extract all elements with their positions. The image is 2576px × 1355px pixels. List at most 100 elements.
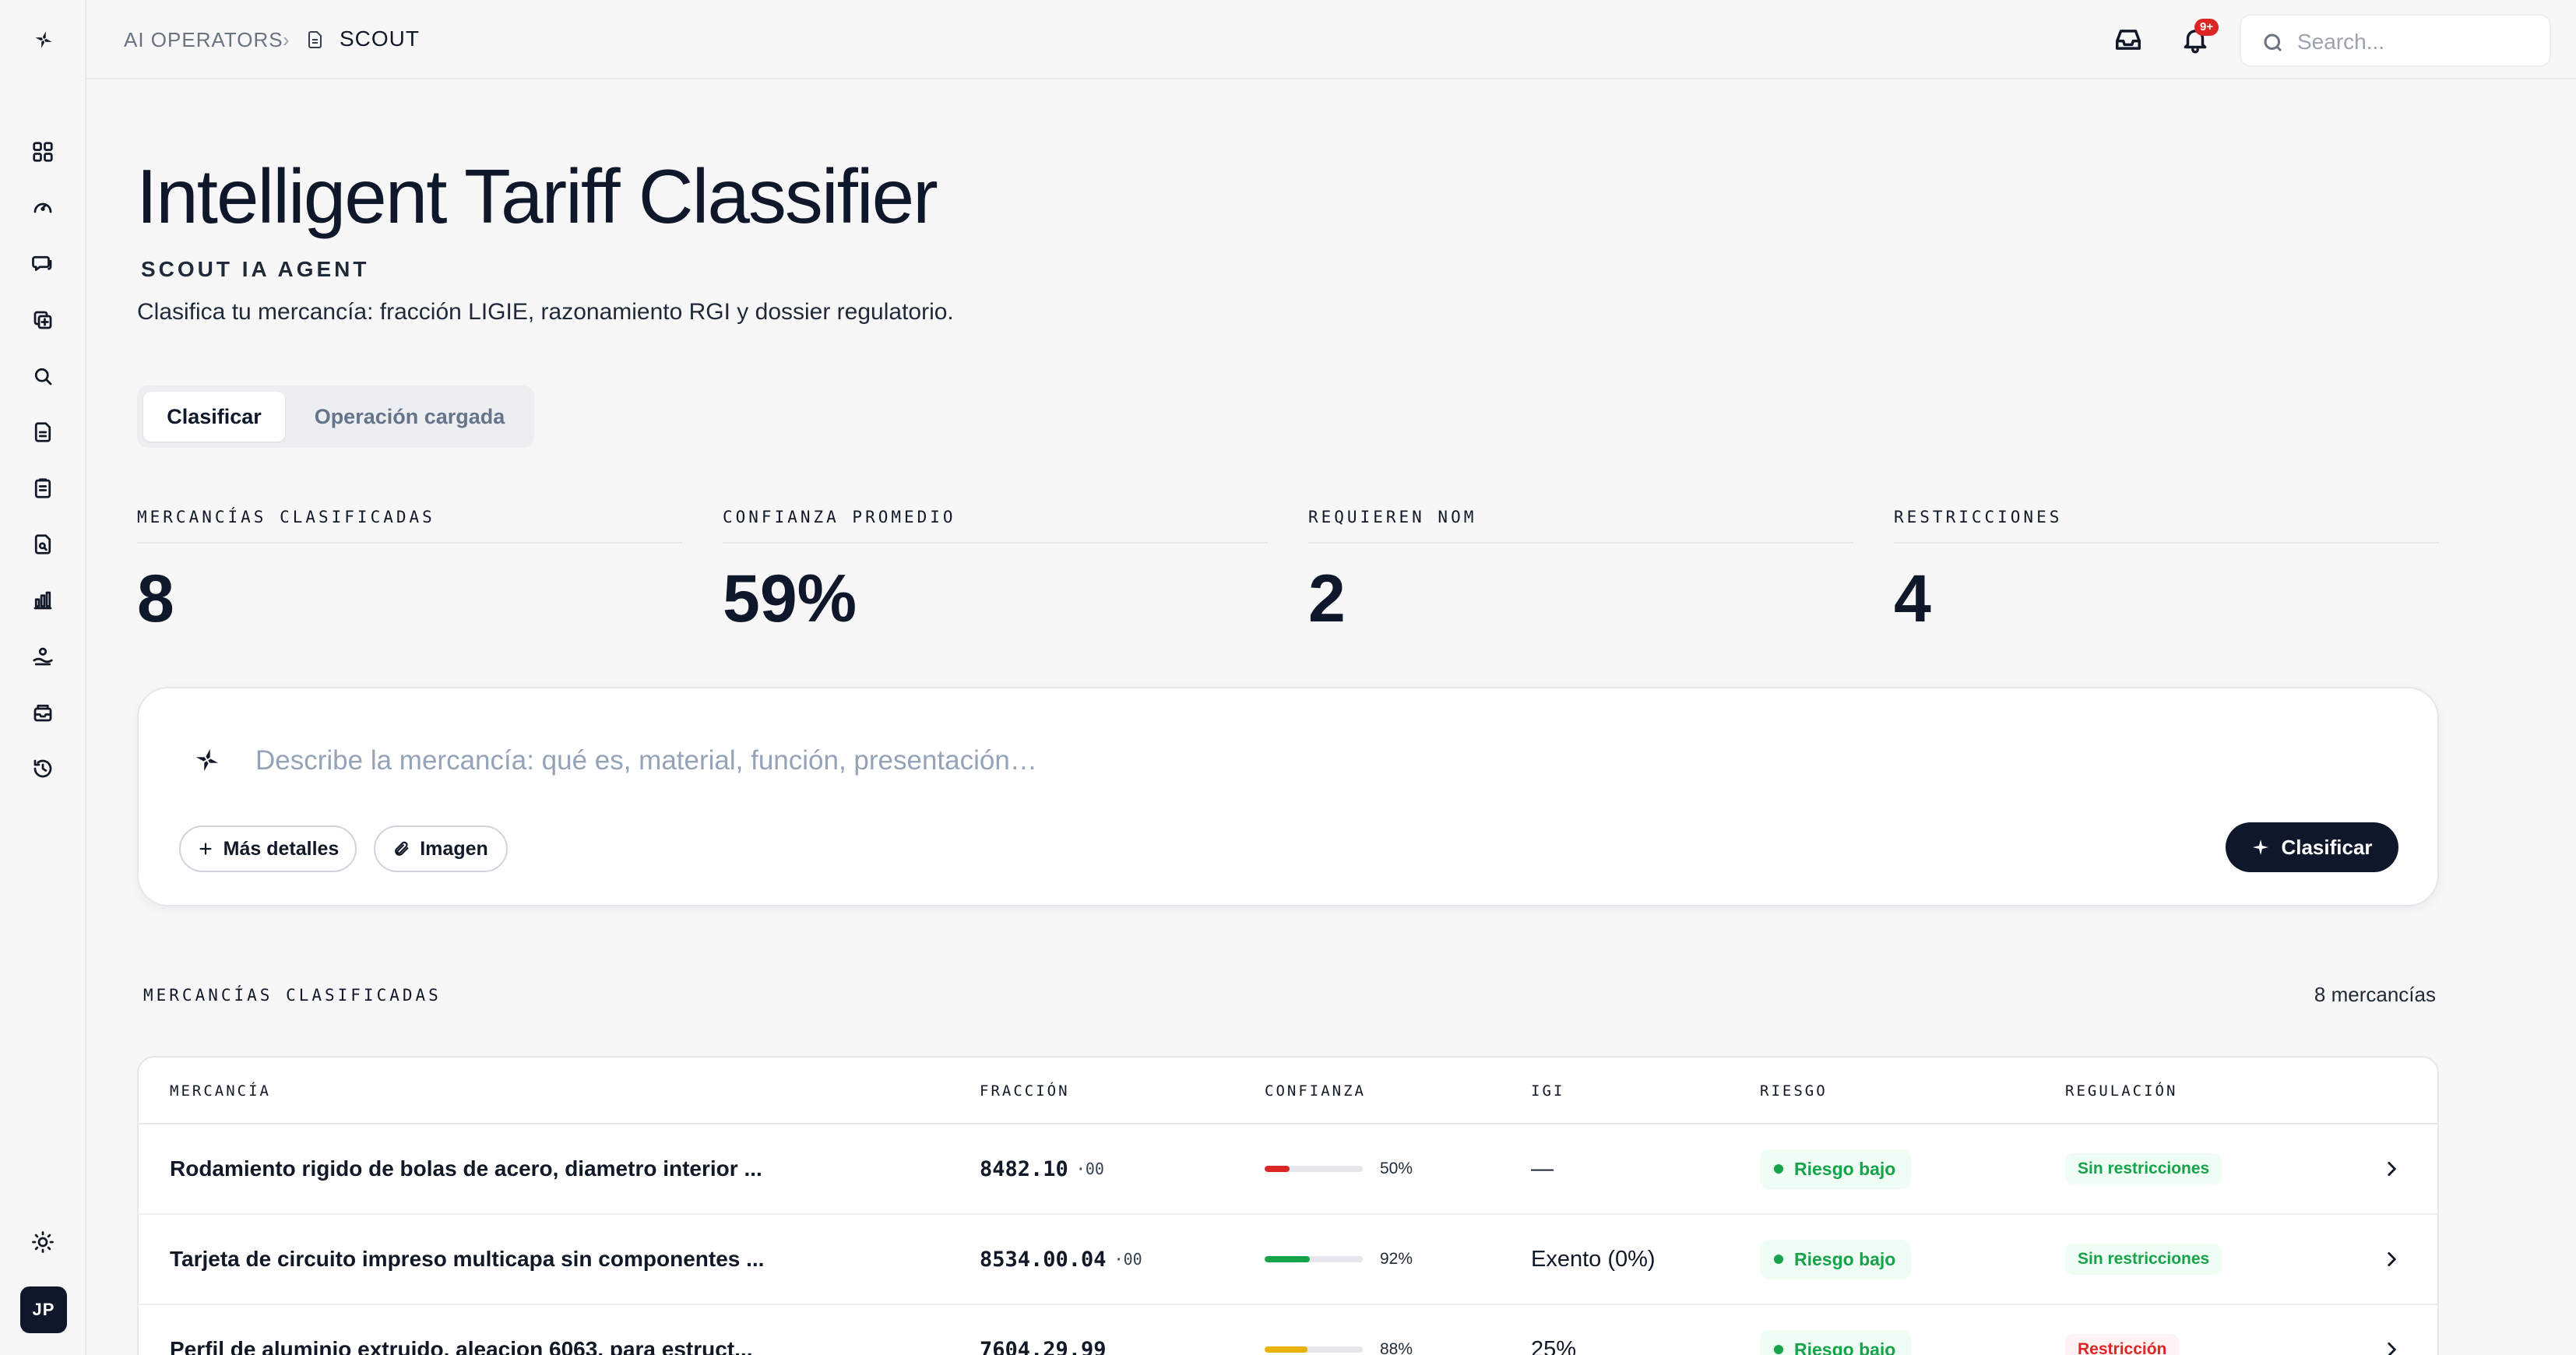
list-count: 8 mercancías [2314,983,2436,1006]
tab-operacion-cargada[interactable]: Operación cargada [293,392,526,442]
fraction: 8534.00.04 ·00 [980,1215,1142,1304]
hand-coin-icon[interactable] [30,643,56,670]
theme-toggle-icon[interactable] [30,1229,56,1255]
stat-restricciones: RESTRICCIONES 4 [1894,508,2439,638]
search-box[interactable] [2240,14,2551,67]
history-icon[interactable] [30,755,56,782]
column-header[interactable]: RIESGO [1760,1082,1828,1100]
more-details-button[interactable]: Más detalles [179,825,357,872]
regulation: Sin restricciones [2065,1124,2222,1213]
search-doc-icon[interactable] [30,363,56,389]
classify-submit-button[interactable]: Clasificar [2226,822,2398,872]
copy-add-icon[interactable] [30,307,56,333]
risk-badge: Riesgo bajo [1760,1329,1912,1355]
sparkle-icon [2253,839,2269,855]
documents-icon[interactable] [30,419,56,445]
column-header[interactable]: IGI [1531,1082,1564,1100]
stat-label: RESTRICCIONES [1894,508,2439,544]
stat-value: 2 [1308,561,1346,636]
gauge-icon[interactable] [30,195,56,221]
regulation-badge: Sin restricciones [2065,1153,2222,1184]
merchandise-name: Rodamiento rigido de bolas de acero, dia… [170,1156,762,1181]
table-row[interactable]: Tarjeta de circuito impreso multicapa si… [139,1215,2437,1305]
confidence-value: 50% [1380,1160,1413,1177]
confidence-bar [1265,1166,1363,1172]
column-header[interactable]: FRACCIÓN [980,1082,1070,1100]
column-header[interactable]: MERCANCÍA [170,1082,271,1100]
notification-badge: 9+ [2194,19,2219,36]
document-icon [308,31,322,48]
row-open[interactable] [2381,1215,2402,1304]
risk-badge: Riesgo bajo [1760,1149,1912,1189]
inbox-icon[interactable] [2113,25,2143,55]
confidence-bar-fill [1265,1166,1290,1172]
classify-submit-label: Clasificar [2281,835,2373,859]
dashboard-icon[interactable] [30,139,56,165]
user-avatar[interactable]: JP [20,1286,67,1333]
risk: Riesgo bajo [1760,1305,1912,1355]
fraction-code: 8482.10 [980,1156,1068,1181]
igi-value: — [1531,1156,1554,1181]
risk-dot-icon [1774,1345,1783,1354]
confidence-bar-fill [1265,1346,1308,1353]
image-button[interactable]: Imagen [374,825,508,872]
nico-code: ·00 [1075,1160,1104,1178]
risk-label: Riesgo bajo [1794,1158,1896,1179]
tab-clasificar[interactable]: Clasificar [143,392,285,442]
image-label: Imagen [420,837,488,860]
scout-logo-icon[interactable] [32,28,55,51]
confidence: 88% [1265,1305,1413,1355]
risk-label: Riesgo bajo [1794,1339,1896,1355]
risk-label: Riesgo bajo [1794,1248,1896,1269]
risk-dot-icon [1774,1164,1783,1174]
risk: Riesgo bajo [1760,1124,1912,1213]
page-subtitle: SCOUT IA AGENT [141,257,370,281]
search-input[interactable] [2297,26,2531,58]
stat-confianza: CONFIANZA PROMEDIO 59% [723,508,1268,638]
breadcrumb-separator: › [283,28,290,51]
sidebar: JP [0,0,86,1355]
regulation-badge: Restricción [2065,1334,2180,1355]
stat-label: REQUIEREN NOM [1308,508,1853,544]
nico-code: ·00 [1114,1250,1142,1269]
regulation: Sin restricciones [2065,1215,2222,1304]
row-open[interactable] [2381,1124,2402,1213]
page-title: Intelligent Tariff Classifier [136,153,938,239]
chat-icon[interactable] [30,251,56,277]
table-row[interactable]: Rodamiento rigido de bolas de acero, dia… [139,1124,2437,1215]
regulation: Restricción [2065,1305,2180,1355]
confidence-bar [1265,1346,1363,1353]
merchandise-table: MERCANCÍA FRACCIÓN CONFIANZA IGI RIESGO … [137,1056,2439,1355]
column-header[interactable]: CONFIANZA [1265,1082,1366,1100]
risk: Riesgo bajo [1760,1215,1912,1304]
search-icon [2264,33,2282,52]
fraction: 8482.10 ·00 [980,1124,1104,1213]
bar-chart-icon[interactable] [30,587,56,614]
classify-box: Más detalles Imagen Clasificar [137,687,2439,906]
confidence-bar [1265,1256,1363,1262]
stat-label: CONFIANZA PROMEDIO [723,508,1268,544]
confidence-bar-fill [1265,1256,1310,1262]
inbox-stack-icon[interactable] [30,699,56,726]
merchandise-name: Perfil de aluminio extruido, aleacion 60… [170,1337,753,1355]
stat-mercancias: MERCANCÍAS CLASIFICADAS 8 [137,508,682,638]
clipboard-icon[interactable] [30,475,56,502]
breadcrumb-current: SCOUT [340,26,420,51]
list-title: MERCANCÍAS CLASIFICADAS [143,986,442,1005]
risk-badge: Riesgo bajo [1760,1239,1912,1279]
stat-value: 4 [1894,561,1931,636]
table-row[interactable]: Perfil de aluminio extruido, aleacion 60… [139,1305,2437,1355]
merchandise-description-input[interactable] [255,740,2358,782]
confidence: 50% [1265,1124,1413,1213]
file-search-icon[interactable] [30,531,56,558]
row-open[interactable] [2381,1305,2402,1355]
tab-bar: Clasificar Operación cargada [137,385,534,448]
page-description: Clasifica tu mercancía: fracción LIGIE, … [137,299,954,325]
fraction: 7604.29.99 [980,1305,1114,1355]
fraction-code: 8534.00.04 [980,1247,1107,1272]
more-details-label: Más detalles [223,837,340,860]
igi-value: Exento (0%) [1531,1246,1656,1272]
column-header[interactable]: REGULACIÓN [2065,1082,2177,1100]
breadcrumb-root[interactable]: AI OPERATORS [124,28,283,52]
stat-value: 8 [137,561,174,636]
